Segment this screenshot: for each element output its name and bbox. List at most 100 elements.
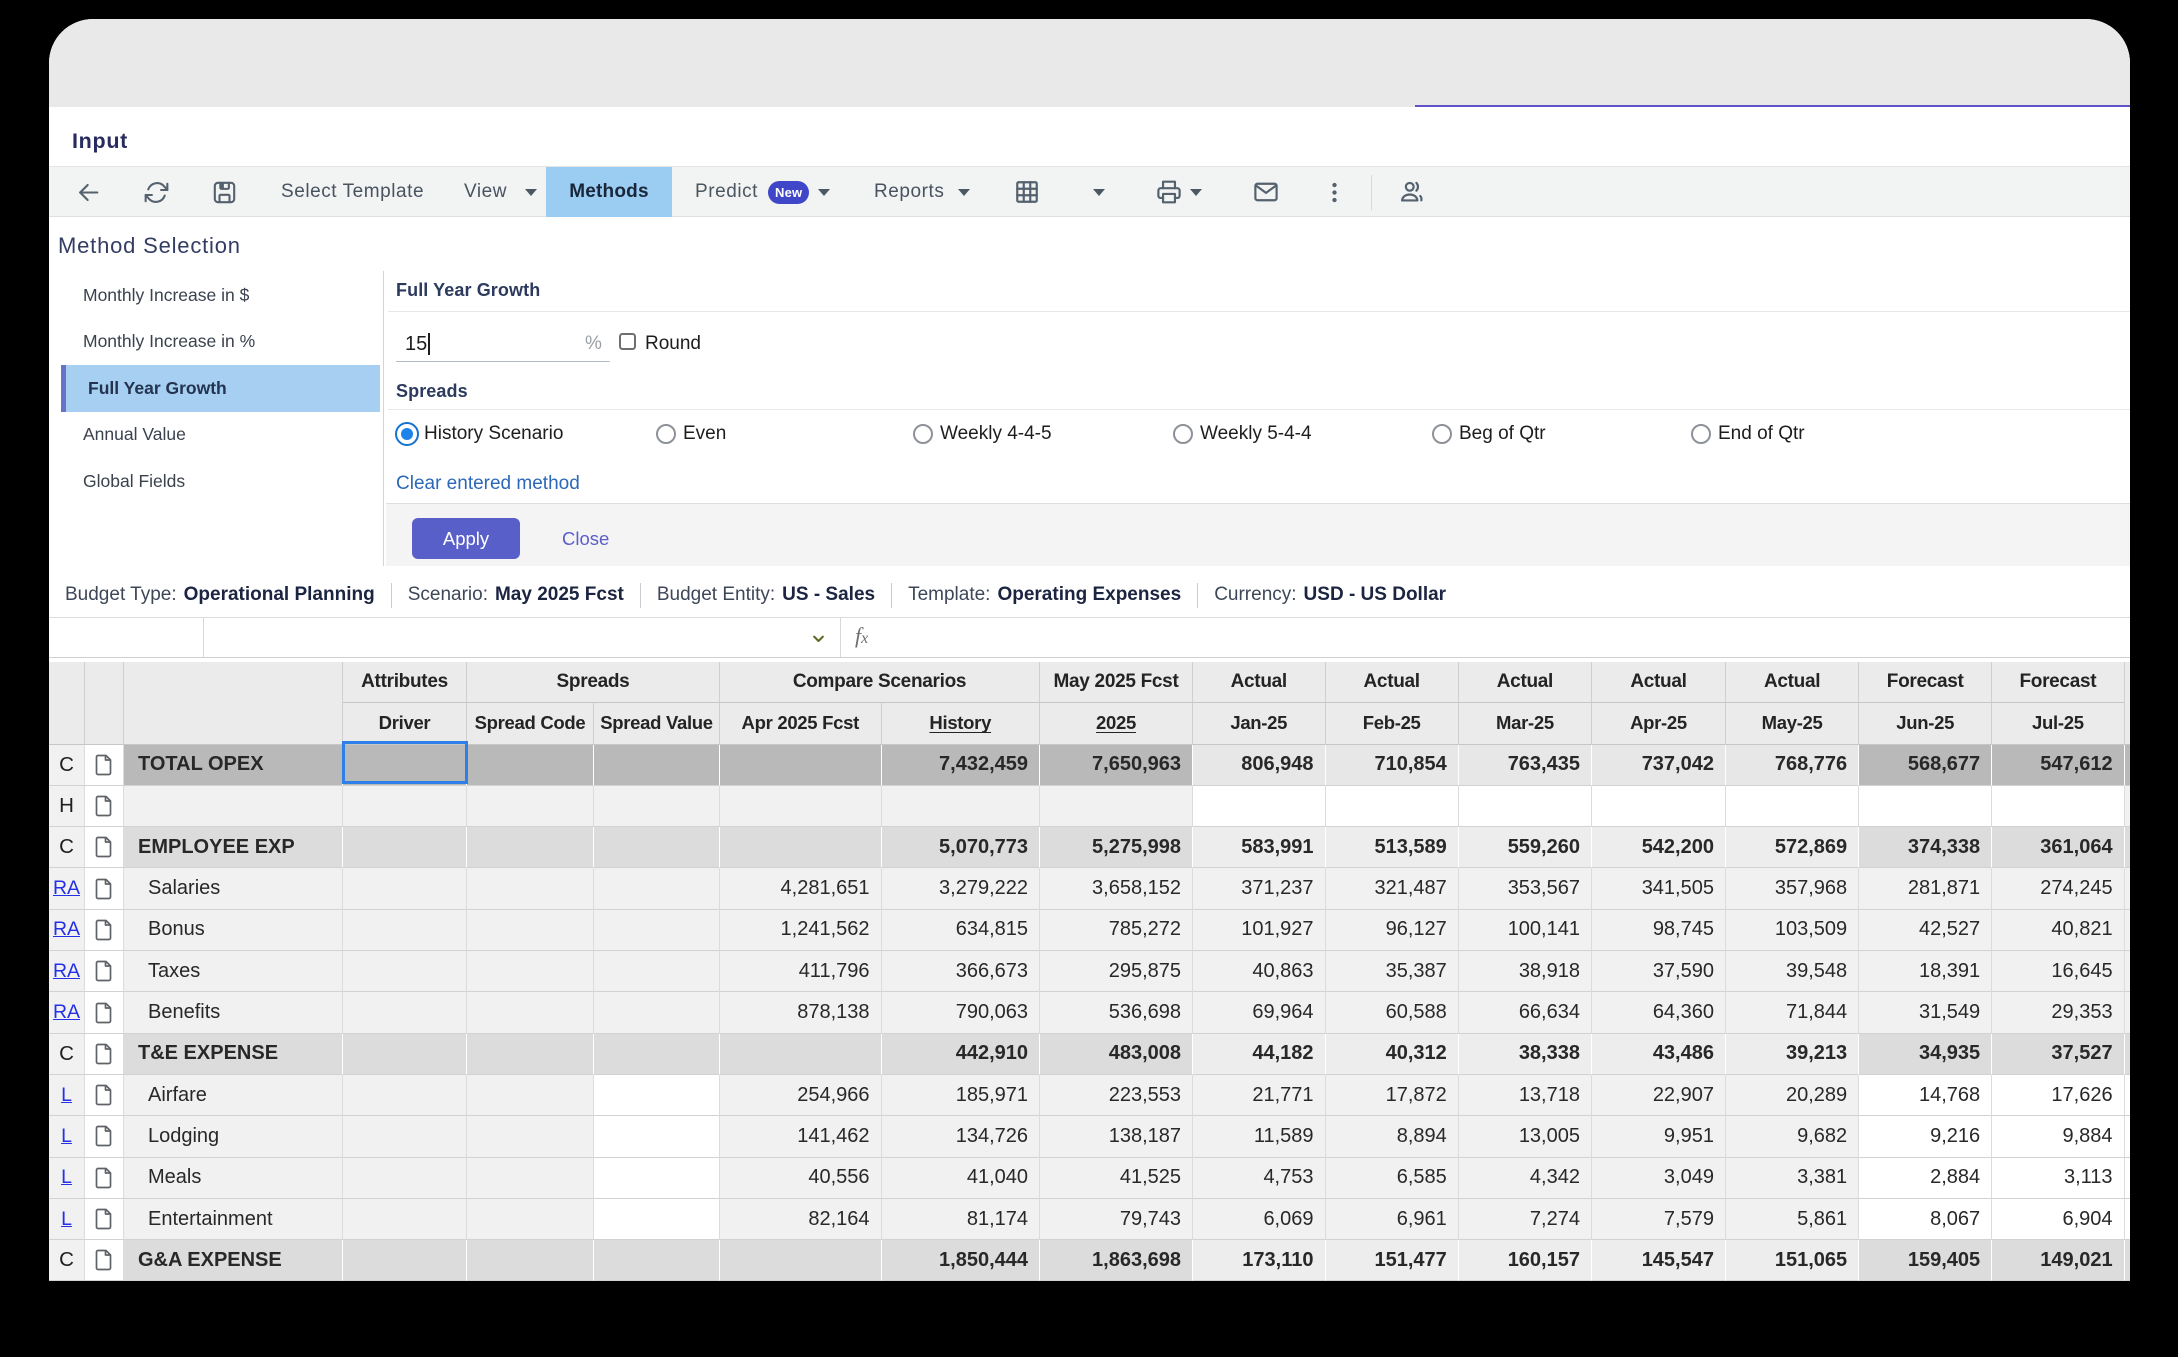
- grid-cell[interactable]: [2125, 786, 2130, 827]
- grid-cell[interactable]: [1040, 786, 1193, 827]
- method-item-global-fields[interactable]: Global Fields: [61, 458, 380, 505]
- grid-cell[interactable]: 768,776: [1726, 745, 1859, 786]
- grid-cell[interactable]: 16,645: [1992, 951, 2124, 992]
- grid-cell[interactable]: 878,138: [720, 992, 882, 1033]
- grid-cell[interactable]: 35,387: [1326, 951, 1459, 992]
- grid-cell[interactable]: 21,771: [1193, 1075, 1326, 1116]
- grid-cell[interactable]: 29,353: [1992, 992, 2124, 1033]
- row-marker[interactable]: RA: [49, 951, 85, 992]
- grid-cell[interactable]: 6,069: [1193, 1199, 1326, 1240]
- doc-icon[interactable]: [85, 951, 124, 992]
- grid-cell[interactable]: 185,971: [882, 1075, 1041, 1116]
- grid-cell[interactable]: 71,844: [1726, 992, 1859, 1033]
- user-icon[interactable]: [1400, 167, 1426, 217]
- grid-cell[interactable]: 8,067: [1859, 1199, 1992, 1240]
- grid-cell[interactable]: 4,753: [1193, 1158, 1326, 1199]
- round-checkbox[interactable]: [619, 333, 636, 350]
- doc-icon[interactable]: [85, 1075, 124, 1116]
- refresh-icon[interactable]: [144, 167, 169, 217]
- grid-cell[interactable]: 3,279,222: [882, 868, 1041, 909]
- grid-cell[interactable]: 20,289: [1726, 1075, 1859, 1116]
- grid-cell[interactable]: [1459, 786, 1592, 827]
- grid-cell[interactable]: [467, 745, 594, 786]
- grid-cell[interactable]: 66,634: [1459, 992, 1592, 1033]
- grid-cell[interactable]: [2125, 1158, 2130, 1199]
- grid-cell[interactable]: [343, 745, 467, 786]
- grid-cell[interactable]: 4,281,651: [720, 868, 882, 909]
- grid-cell[interactable]: [594, 1240, 720, 1281]
- grid-cell[interactable]: [2125, 745, 2130, 786]
- grid-cell[interactable]: 763,435: [1459, 745, 1592, 786]
- clear-entered-method-link[interactable]: Clear entered method: [396, 473, 580, 495]
- doc-icon[interactable]: [85, 1240, 124, 1281]
- column-header[interactable]: History: [882, 703, 1041, 744]
- grid-cell[interactable]: [594, 827, 720, 868]
- grid-cell[interactable]: [343, 1199, 467, 1240]
- grid-cell[interactable]: 37,527: [1992, 1034, 2124, 1075]
- row-marker[interactable]: RA: [49, 910, 85, 951]
- grid-dropdown[interactable]: [1093, 167, 1105, 217]
- row-name[interactable]: Entertainment: [124, 1199, 343, 1240]
- grid-cell[interactable]: 542,200: [1592, 827, 1726, 868]
- grid-cell[interactable]: 160,157: [1459, 1240, 1592, 1281]
- grid-cell[interactable]: [594, 868, 720, 909]
- grid-cell[interactable]: 536,698: [1040, 992, 1193, 1033]
- row-marker[interactable]: L: [49, 1158, 85, 1199]
- column-header[interactable]: 2025: [1040, 703, 1193, 744]
- doc-icon[interactable]: [85, 868, 124, 909]
- grid-cell[interactable]: [343, 1116, 467, 1157]
- grid-cell[interactable]: 13,718: [1459, 1075, 1592, 1116]
- row-marker[interactable]: L: [49, 1116, 85, 1157]
- grid-cell[interactable]: [594, 745, 720, 786]
- grid-cell[interactable]: 7,650,963: [1040, 745, 1193, 786]
- grid-cell[interactable]: 785,272: [1040, 910, 1193, 951]
- grid-cell[interactable]: 7,432,459: [882, 745, 1041, 786]
- grid-cell[interactable]: [594, 992, 720, 1033]
- grid-cell[interactable]: 82,164: [720, 1199, 882, 1240]
- grid-cell[interactable]: 353,567: [1459, 868, 1592, 909]
- grid-cell[interactable]: [2125, 951, 2130, 992]
- grid-cell[interactable]: [720, 1034, 882, 1075]
- grid-cell[interactable]: 134,726: [882, 1116, 1041, 1157]
- grid-cell[interactable]: [467, 951, 594, 992]
- column-header[interactable]: Feb-25: [1326, 703, 1459, 744]
- method-item-monthly-increase-in-[interactable]: Monthly Increase in %: [61, 319, 380, 366]
- grid-cell[interactable]: 18,391: [1859, 951, 1992, 992]
- grid-cell[interactable]: 9,884: [1992, 1116, 2124, 1157]
- radio-beg-of-qtr[interactable]: [1432, 424, 1452, 444]
- grid-cell[interactable]: 98,745: [1592, 910, 1726, 951]
- grid-cell[interactable]: [467, 827, 594, 868]
- row-marker[interactable]: L: [49, 1199, 85, 1240]
- row-name[interactable]: Taxes: [124, 951, 343, 992]
- grid-cell[interactable]: [594, 910, 720, 951]
- grid-cell[interactable]: 41,525: [1040, 1158, 1193, 1199]
- print-dropdown[interactable]: [1190, 167, 1202, 217]
- radio-even[interactable]: [656, 424, 676, 444]
- grid-cell[interactable]: 96,127: [1326, 910, 1459, 951]
- grid-cell[interactable]: 101,927: [1193, 910, 1326, 951]
- grid-cell[interactable]: 38,918: [1459, 951, 1592, 992]
- grid-cell[interactable]: [1859, 786, 1992, 827]
- doc-icon[interactable]: [85, 910, 124, 951]
- grid-cell[interactable]: 141,462: [720, 1116, 882, 1157]
- grid-cell[interactable]: 145,547: [1592, 1240, 1726, 1281]
- grid-cell[interactable]: [720, 1240, 882, 1281]
- print-icon[interactable]: [1156, 167, 1182, 217]
- grid-cell[interactable]: 40,863: [1193, 951, 1326, 992]
- grid-cell[interactable]: 151,477: [1326, 1240, 1459, 1281]
- grid-cell[interactable]: 37,590: [1592, 951, 1726, 992]
- grid-cell[interactable]: 64,360: [1592, 992, 1726, 1033]
- column-header[interactable]: Driver: [343, 703, 467, 744]
- grid-cell[interactable]: [467, 992, 594, 1033]
- doc-icon[interactable]: [85, 1116, 124, 1157]
- grid-cell[interactable]: [594, 1158, 720, 1199]
- grid-cell[interactable]: [1193, 786, 1326, 827]
- grid-cell[interactable]: [467, 1240, 594, 1281]
- grid-cell[interactable]: 411,796: [720, 951, 882, 992]
- grid-cell[interactable]: 7,579: [1592, 1199, 1726, 1240]
- grid-cell[interactable]: 69,964: [1193, 992, 1326, 1033]
- back-icon[interactable]: [76, 167, 101, 217]
- grid-cell[interactable]: 40,556: [720, 1158, 882, 1199]
- doc-icon[interactable]: [85, 992, 124, 1033]
- grid-cell[interactable]: 254,966: [720, 1075, 882, 1116]
